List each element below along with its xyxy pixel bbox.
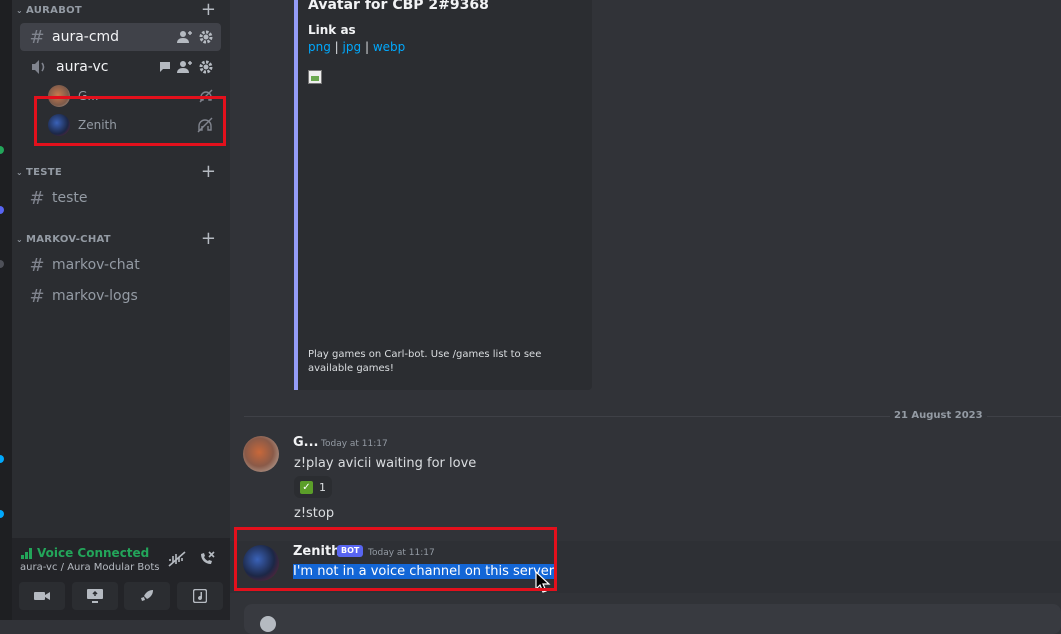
server-list-edge bbox=[0, 0, 12, 620]
link-separator: | bbox=[364, 40, 369, 54]
hash-icon: # bbox=[29, 187, 45, 209]
channel-label: markov-chat bbox=[52, 257, 140, 273]
embed-title: Avatar for CBP 2#9368 bbox=[308, 0, 489, 13]
disconnect-icon[interactable] bbox=[198, 551, 216, 567]
message-timestamp: Today at 11:17 bbox=[321, 439, 388, 449]
chevron-down-icon: ⌄ bbox=[16, 234, 24, 244]
channel-label: teste bbox=[52, 190, 88, 206]
add-channel-button[interactable]: + bbox=[201, 163, 216, 181]
channel-teste[interactable]: # teste bbox=[20, 184, 221, 212]
chat-icon[interactable] bbox=[159, 61, 171, 73]
soundboard-button[interactable] bbox=[177, 582, 223, 610]
link-separator: | bbox=[334, 40, 339, 54]
noise-suppression-icon[interactable] bbox=[168, 551, 186, 567]
category-label: TESTE bbox=[26, 166, 63, 178]
reaction-count: 1 bbox=[319, 480, 326, 494]
date-divider-label: 21 August 2023 bbox=[890, 410, 987, 421]
category-teste[interactable]: ⌄ TESTE bbox=[16, 164, 62, 180]
message-author[interactable]: G... bbox=[293, 435, 319, 450]
add-channel-button[interactable]: + bbox=[201, 230, 216, 248]
category-aurabot[interactable]: ⌄ AURABOT bbox=[16, 2, 82, 18]
avatar[interactable] bbox=[243, 436, 279, 472]
screen-share-icon bbox=[87, 589, 103, 603]
chevron-down-icon: ⌄ bbox=[16, 5, 24, 15]
link-jpg[interactable]: jpg bbox=[343, 40, 362, 54]
category-markov-chat[interactable]: ⌄ MARKOV-CHAT bbox=[16, 231, 111, 247]
server-indicator bbox=[0, 260, 4, 268]
server-indicator bbox=[0, 455, 4, 463]
highlight-box bbox=[34, 96, 226, 146]
voice-channel-subtitle[interactable]: aura-vc / Aura Modular Bots bbox=[20, 562, 160, 573]
embed-field-name: Link as bbox=[308, 23, 356, 37]
hash-icon: # bbox=[29, 26, 45, 48]
category-label: AURABOT bbox=[26, 4, 83, 16]
gear-icon[interactable] bbox=[199, 30, 213, 44]
message-input[interactable] bbox=[244, 604, 1061, 634]
screen-share-button[interactable] bbox=[72, 582, 118, 610]
channel-label: markov-logs bbox=[52, 288, 138, 304]
speaker-icon bbox=[32, 60, 45, 74]
signal-icon bbox=[21, 547, 32, 559]
message-text: z!stop bbox=[294, 506, 335, 521]
channel-markov-chat[interactable]: # markov-chat bbox=[20, 251, 221, 279]
activity-button[interactable] bbox=[124, 582, 170, 610]
server-indicator bbox=[0, 206, 4, 214]
category-label: MARKOV-CHAT bbox=[26, 233, 111, 245]
voice-status-label: Voice Connected bbox=[37, 546, 150, 560]
invite-icon[interactable] bbox=[177, 30, 193, 44]
channel-label: aura-cmd bbox=[52, 29, 120, 45]
hash-icon: # bbox=[29, 254, 45, 276]
channel-aura-cmd[interactable]: # aura-cmd bbox=[20, 23, 221, 51]
camera-button[interactable] bbox=[19, 582, 65, 610]
message-text: z!play avicii waiting for love bbox=[294, 456, 477, 471]
broken-image-icon[interactable] bbox=[308, 70, 322, 84]
link-webp[interactable]: webp bbox=[373, 40, 405, 54]
activity-icon bbox=[141, 590, 153, 601]
highlight-box bbox=[234, 527, 557, 591]
reaction-button[interactable]: ✓ 1 bbox=[294, 476, 332, 498]
channel-sidebar: ⌄ AURABOT + # aura-cmd aura-vc G... Zeni… bbox=[12, 0, 230, 620]
check-mark-icon: ✓ bbox=[300, 480, 313, 494]
channel-markov-logs[interactable]: # markov-logs bbox=[20, 282, 221, 310]
channel-aura-vc[interactable]: aura-vc bbox=[20, 53, 221, 81]
voice-panel: Voice Connected aura-vc / Aura Modular B… bbox=[12, 538, 230, 620]
embed-footer: Play games on Carl-bot. Use /games list … bbox=[308, 349, 542, 374]
embed-links: png | jpg | webp bbox=[308, 40, 405, 54]
link-png[interactable]: png bbox=[308, 40, 331, 54]
camera-icon bbox=[34, 592, 50, 600]
attach-icon[interactable] bbox=[260, 616, 276, 632]
server-indicator bbox=[0, 510, 4, 518]
embed-card: Avatar for CBP 2#9368 Link as png | jpg … bbox=[294, 0, 592, 390]
server-indicator bbox=[0, 146, 4, 154]
invite-icon[interactable] bbox=[177, 60, 193, 74]
voice-status[interactable]: Voice Connected bbox=[21, 546, 149, 560]
hash-icon: # bbox=[29, 285, 45, 307]
add-channel-button[interactable]: + bbox=[201, 1, 216, 19]
gear-icon[interactable] bbox=[199, 60, 213, 74]
soundboard-icon bbox=[193, 589, 207, 603]
channel-label: aura-vc bbox=[56, 59, 109, 75]
chevron-down-icon: ⌄ bbox=[16, 167, 24, 177]
